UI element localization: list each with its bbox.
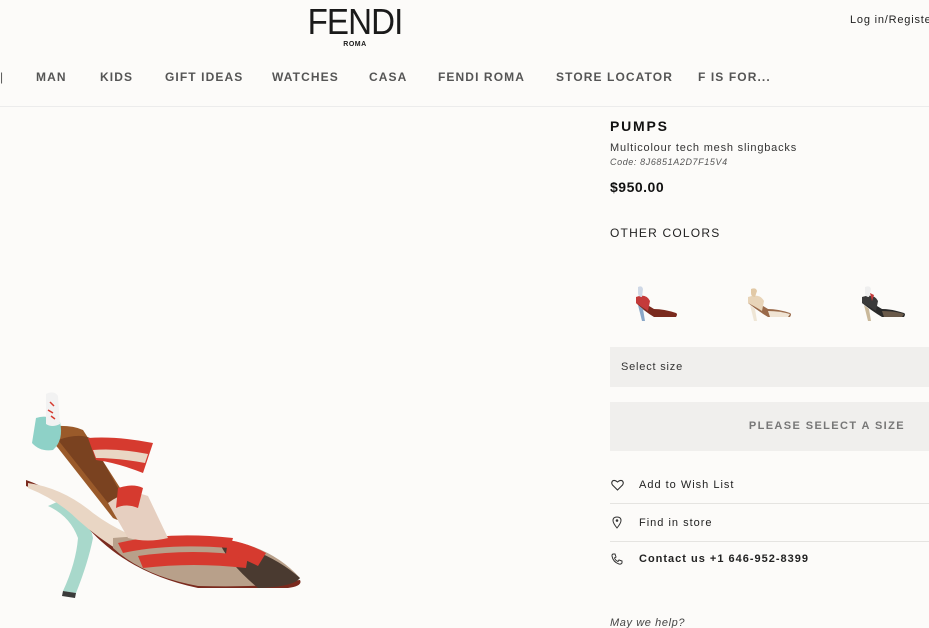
color-swatches [610, 283, 929, 328]
size-select[interactable]: Select size [610, 347, 929, 387]
other-colors-label: OTHER COLORS [610, 226, 721, 240]
nav-item-man[interactable]: MAN [36, 70, 67, 84]
location-pin-icon [610, 516, 624, 530]
wishlist-label: Add to Wish List [639, 478, 735, 491]
swatch-red-variant[interactable] [628, 283, 683, 328]
nav-item-kids[interactable]: KIDS [100, 70, 133, 84]
contact-us-link[interactable]: Contact us +1 646-952-8399 [610, 540, 929, 578]
product-category: PUMPS [610, 118, 669, 134]
phone-icon [610, 552, 624, 566]
fendi-logo[interactable]: FENDI ROMA [303, 1, 407, 49]
product-code: Code: 8J6851A2D7F15V4 [610, 157, 728, 167]
logo-wordmark: FENDI [307, 1, 404, 42]
product-price: $950.00 [610, 179, 665, 195]
heart-icon [610, 478, 624, 492]
nav-item-casa[interactable]: CASA [369, 70, 407, 84]
add-to-wishlist-link[interactable]: Add to Wish List [610, 466, 929, 504]
contact-label: Contact us +1 646-952-8399 [639, 553, 809, 565]
find-store-label: Find in store [639, 516, 713, 529]
product-image-shoe[interactable] [18, 388, 308, 603]
product-info-panel: PUMPS Multicolour tech mesh slingbacks C… [610, 118, 929, 628]
swatch-black-variant[interactable] [856, 283, 911, 328]
swatch-beige-variant[interactable] [742, 283, 797, 328]
help-link[interactable]: May we help? [610, 617, 685, 628]
find-in-store-link[interactable]: Find in store [610, 504, 929, 542]
add-to-cart-button[interactable]: PLEASE SELECT A SIZE [610, 402, 929, 451]
header-divider [0, 106, 929, 107]
nav-item-fendi-roma[interactable]: FENDI ROMA [438, 70, 525, 84]
login-register-link[interactable]: Log in/Register [850, 14, 929, 26]
nav-edge-fragment: | [0, 70, 4, 84]
nav-item-gift-ideas[interactable]: GIFT IDEAS [165, 70, 243, 84]
main-nav: | MAN KIDS GIFT IDEAS WATCHES CASA FENDI… [0, 70, 929, 90]
nav-item-f-is-for[interactable]: F IS FOR... [698, 70, 771, 84]
product-name: Multicolour tech mesh slingbacks [610, 142, 798, 154]
logo-subtitle: ROMA [343, 41, 367, 48]
nav-item-watches[interactable]: WATCHES [272, 70, 339, 84]
nav-item-store-locator[interactable]: STORE LOCATOR [556, 70, 673, 84]
